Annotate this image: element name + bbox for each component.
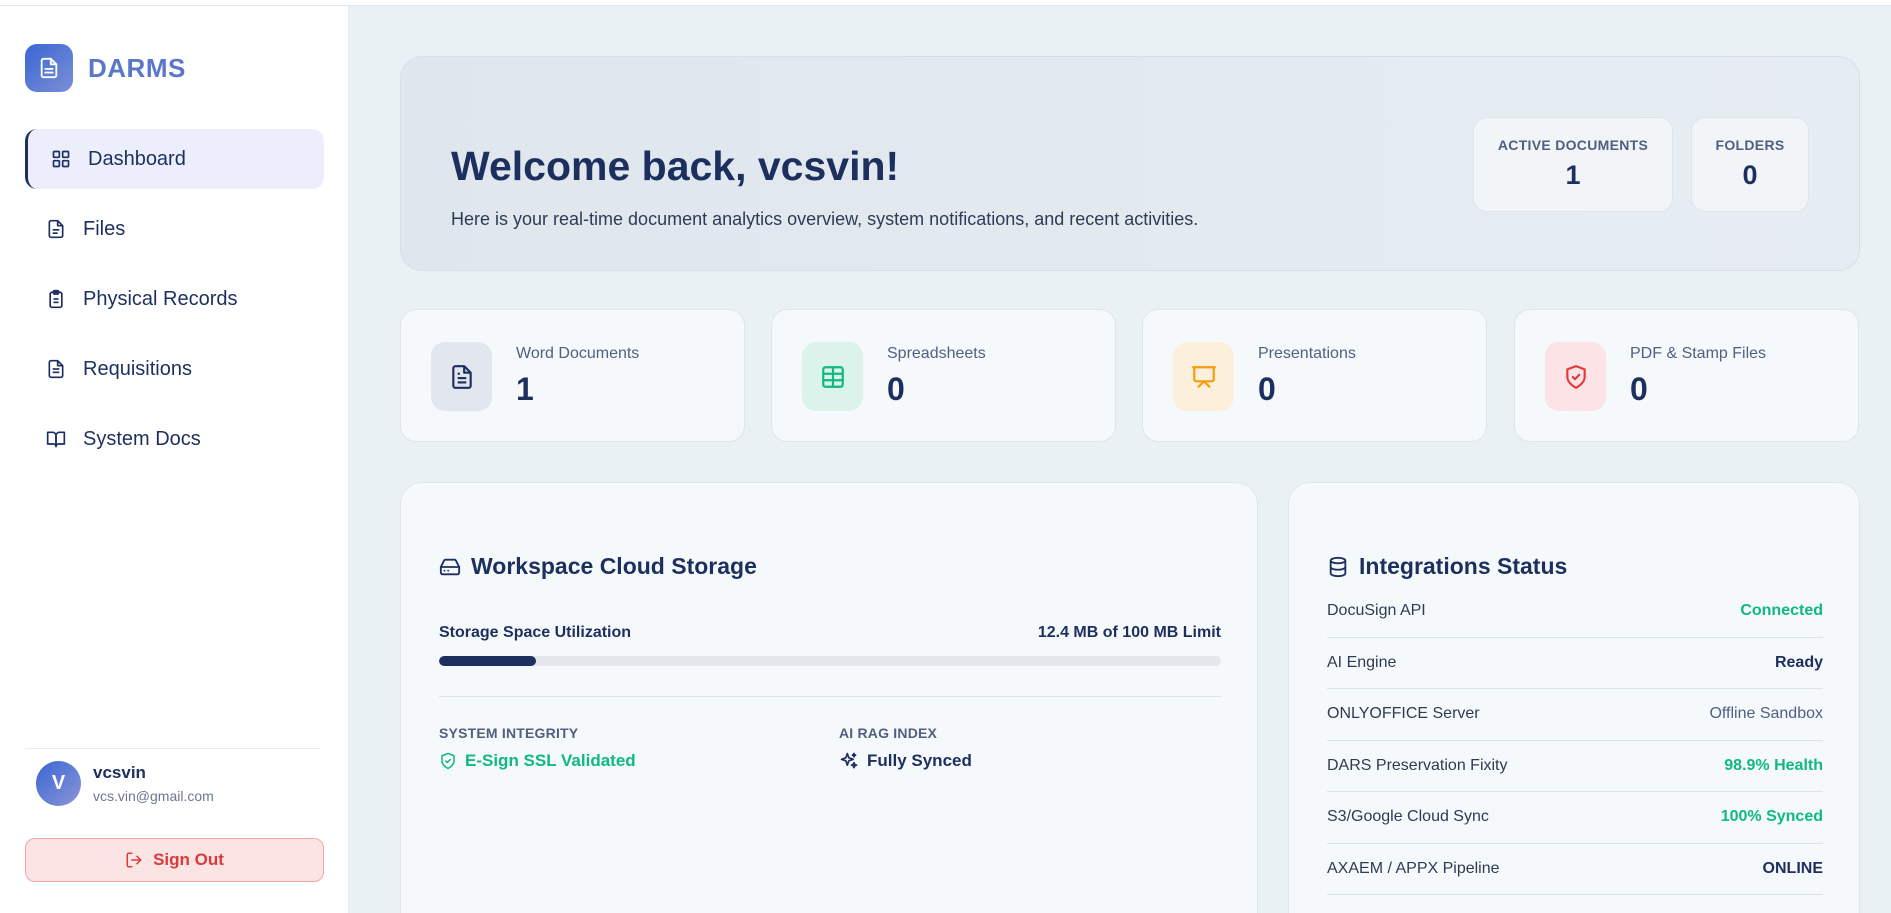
folders-counter: FOLDERS 0 — [1691, 117, 1809, 212]
presentation-icon — [1173, 342, 1234, 411]
storage-progress-fill — [439, 656, 536, 666]
utilization-label: Storage Space Utilization — [439, 624, 632, 641]
grid-icon — [50, 148, 72, 170]
sidebar-item-files[interactable]: Files — [25, 199, 324, 259]
utilization-value: 12.4 MB of 100 MB Limit — [1037, 624, 1221, 641]
stat-label: Spreadsheets — [887, 345, 986, 362]
active-documents-counter: ACTIVE DOCUMENTS 1 — [1473, 117, 1673, 212]
welcome-banner: Welcome back, vcsvin! Here is your real-… — [400, 56, 1860, 271]
stat-card-presentations[interactable]: Presentations 0 — [1142, 309, 1487, 442]
stat-card-spreadsheets[interactable]: Spreadsheets 0 — [771, 309, 1116, 442]
integration-row: DARS Preservation Fixity 98.9% Health — [1327, 741, 1823, 792]
counter-label: ACTIVE DOCUMENTS — [1497, 137, 1649, 153]
sidebar-item-label: Physical Records — [83, 287, 238, 310]
app-logo[interactable]: DARMS — [25, 44, 186, 92]
sidebar-item-label: System Docs — [83, 427, 201, 450]
stat-value: 0 — [1630, 371, 1648, 407]
integrations-panel: Integrations Status DocuSign API Connect… — [1288, 482, 1860, 913]
integration-name: DARS Preservation Fixity — [1327, 756, 1508, 774]
integration-status: ONLINE — [1762, 859, 1823, 877]
storage-panel: Workspace Cloud Storage Storage Space Ut… — [400, 482, 1258, 913]
integration-row: DocuSign API Connected — [1327, 586, 1823, 638]
user-profile[interactable]: V vcsvin vcs.vin@gmail.com — [25, 748, 320, 806]
integration-name: AXAEM / APPX Pipeline — [1327, 859, 1500, 877]
stat-label: Word Documents — [516, 345, 640, 362]
sidebar-item-physical-records[interactable]: Physical Records — [25, 269, 324, 329]
integration-row: ONLYOFFICE Server Offline Sandbox — [1327, 689, 1823, 741]
sign-out-label: Sign Out — [153, 850, 224, 869]
shield-check-icon — [441, 752, 455, 770]
stat-label: Presentations — [1258, 345, 1356, 362]
sidebar-item-label: Requisitions — [83, 357, 192, 380]
storage-title: Workspace Cloud Storage — [439, 553, 757, 580]
system-integrity-value: E-Sign SSL Validated — [439, 751, 636, 771]
integrations-title-text: Integrations Status — [1359, 553, 1568, 579]
integration-name: ONLYOFFICE Server — [1327, 705, 1480, 723]
counter-value: 1 — [1565, 160, 1581, 190]
book-icon — [45, 428, 67, 450]
shield-check-icon — [1545, 342, 1606, 411]
ai-rag-index: AI RAG INDEX Fully Synced — [839, 725, 972, 771]
integration-row: AI Engine Ready — [1327, 638, 1823, 689]
user-name: vcsvin — [93, 763, 146, 782]
stat-label: PDF & Stamp Files — [1630, 345, 1767, 362]
database-icon — [1329, 556, 1347, 577]
stat-value: 1 — [516, 371, 534, 407]
integration-status: 100% Synced — [1720, 808, 1823, 826]
integration-row: AXAEM / APPX Pipeline ONLINE — [1327, 844, 1823, 895]
document-icon — [431, 342, 492, 411]
welcome-title: Welcome back, vcsvin! — [451, 143, 900, 189]
integration-status: Ready — [1774, 653, 1823, 671]
clipboard-icon — [45, 288, 67, 310]
stat-value: 0 — [1258, 371, 1276, 407]
file-icon — [45, 218, 67, 240]
integrations-title: Integrations Status — [1327, 553, 1567, 580]
sign-out-button[interactable]: Sign Out — [25, 838, 324, 882]
storage-title-text: Workspace Cloud Storage — [471, 553, 757, 579]
sidebar-item-label: Dashboard — [88, 147, 186, 170]
ai-rag-label: AI RAG INDEX — [839, 725, 938, 741]
sidebar-item-dashboard[interactable]: Dashboard — [25, 129, 324, 189]
welcome-subtitle: Here is your real-time document analytic… — [451, 209, 1199, 229]
integration-status: 98.9% Health — [1724, 756, 1823, 774]
system-integrity-label: SYSTEM INTEGRITY — [439, 725, 579, 741]
system-integrity: SYSTEM INTEGRITY E-Sign SSL Validated — [439, 725, 636, 771]
ai-rag-value: Fully Synced — [839, 751, 972, 771]
sidebar-item-label: Files — [83, 217, 126, 240]
utilization-row: Storage Space Utilization 12.4 MB of 100… — [439, 624, 1221, 642]
top-border — [0, 0, 1891, 6]
storage-progress-bar — [439, 656, 1221, 666]
hard-drive-icon — [439, 558, 461, 575]
table-icon — [802, 342, 863, 411]
counter-value: 0 — [1742, 160, 1758, 190]
sidebar-item-requisitions[interactable]: Requisitions — [25, 339, 324, 399]
rag-status-text: Fully Synced — [867, 751, 972, 770]
sparkles-icon — [840, 752, 858, 769]
stat-card-pdf-stamp-files[interactable]: PDF & Stamp Files 0 — [1514, 309, 1859, 442]
integration-status: Connected — [1740, 602, 1823, 620]
file-text-icon — [45, 358, 67, 380]
integration-name: AI Engine — [1327, 653, 1397, 671]
integration-name: DocuSign API — [1327, 602, 1426, 620]
stat-value: 0 — [887, 371, 905, 407]
stat-card-word-documents[interactable]: Word Documents 1 — [400, 309, 745, 442]
counter-label: FOLDERS — [1715, 137, 1785, 153]
sign-out-icon — [126, 852, 142, 868]
integration-status: Offline Sandbox — [1709, 705, 1823, 723]
divider — [439, 696, 1221, 697]
integration-name: S3/Google Cloud Sync — [1327, 808, 1489, 826]
integrity-status-text: E-Sign SSL Validated — [465, 751, 636, 770]
document-logo-icon — [25, 44, 73, 92]
sidebar-item-system-docs[interactable]: System Docs — [25, 409, 324, 469]
integrations-list: DocuSign API Connected AI Engine Ready O… — [1327, 586, 1823, 895]
sidebar: DARMS Dashboard Files Physical Records R… — [0, 0, 349, 913]
app-name: DARMS — [88, 52, 186, 83]
user-email: vcs.vin@gmail.com — [93, 788, 214, 804]
integration-row: S3/Google Cloud Sync 100% Synced — [1327, 792, 1823, 844]
sidebar-nav: Dashboard Files Physical Records Requisi… — [25, 129, 324, 479]
avatar: V — [36, 761, 81, 806]
